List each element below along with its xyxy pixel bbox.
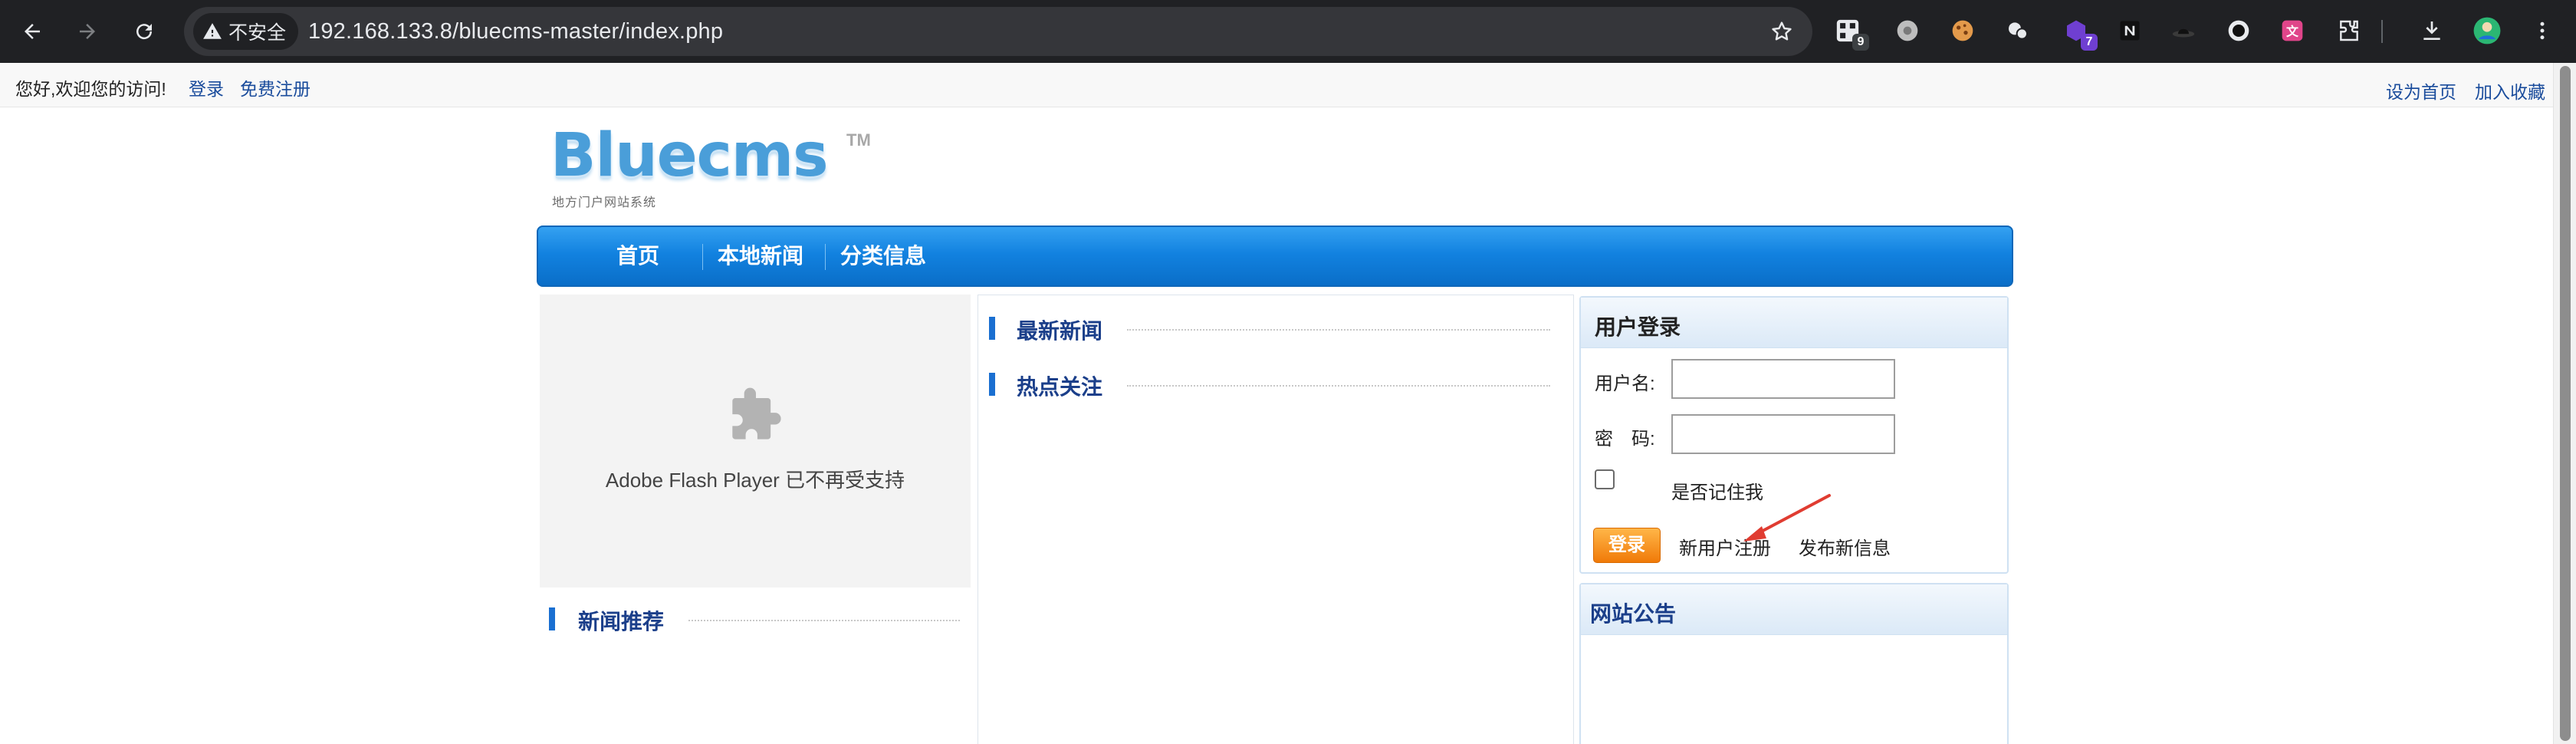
password-input[interactable]	[1671, 414, 1895, 454]
settings-extension-icon[interactable]	[1892, 15, 1923, 46]
qr-extension-badge: 9	[1852, 34, 1869, 51]
notice-panel-header: 网站公告	[1581, 584, 2007, 635]
username-label: 用户名:	[1595, 374, 1655, 394]
site-topbar: 您好,欢迎您的访问! 登录 免费注册 设为首页 加入收藏	[0, 63, 2553, 107]
cookie-extension-icon[interactable]	[1947, 15, 1978, 46]
login-submit-button[interactable]: 登录	[1593, 528, 1661, 563]
section-marker	[989, 317, 995, 340]
chat-extension-icon[interactable]	[2003, 15, 2033, 46]
annotation-arrow-icon	[1743, 494, 1831, 542]
main-navigation: 首页 本地新闻 分类信息	[537, 226, 2013, 287]
scrollbar-thumb[interactable]	[2560, 66, 2571, 741]
section-title-recommended[interactable]: 新闻推荐	[578, 605, 664, 636]
section-dotted-line	[1127, 385, 1550, 387]
section-title-latest[interactable]: 最新新闻	[1017, 314, 1102, 345]
section-marker	[549, 607, 555, 630]
welcome-text: 您好,欢迎您的访问!	[15, 79, 166, 99]
remember-me-checkbox[interactable]	[1595, 469, 1615, 489]
set-homepage-link[interactable]: 设为首页	[2386, 77, 2456, 104]
logo-trademark: TM	[846, 130, 871, 150]
login-panel-title: 用户登录	[1595, 315, 1681, 339]
svg-text:文: 文	[2286, 25, 2299, 39]
arrow-left-icon	[25, 24, 40, 39]
forward-button[interactable]	[69, 13, 106, 50]
site-logo[interactable]: Bluecms TM 地方门户网站系统	[550, 121, 871, 213]
section-marker	[989, 373, 995, 396]
free-register-link[interactable]: 免费注册	[240, 74, 310, 100]
reload-icon	[136, 24, 153, 40]
logo-text: Bluecms	[550, 121, 829, 190]
download-icon[interactable]	[2417, 15, 2447, 46]
profile-avatar[interactable]	[2472, 15, 2502, 46]
warning-triangle-icon	[203, 23, 222, 39]
logo-subtitle: 地方门户网站系统	[552, 196, 657, 209]
section-title-hot[interactable]: 热点关注	[1017, 370, 1102, 401]
username-input[interactable]	[1671, 359, 1895, 399]
security-label: 不安全	[228, 22, 287, 44]
flash-placeholder: Adobe Flash Player 已不再受支持	[540, 295, 971, 588]
hex-extension-badge: 7	[2081, 34, 2098, 51]
login-link[interactable]: 登录	[189, 74, 224, 100]
record-extension-icon[interactable]	[2223, 15, 2254, 46]
news-column	[978, 295, 1574, 744]
bookmark-star-icon[interactable]	[1769, 19, 1794, 44]
qr-extension-icon[interactable]: 9	[1832, 15, 1869, 51]
security-chip[interactable]: 不安全	[193, 13, 299, 50]
toolbar-divider	[2381, 20, 2383, 43]
password-label: 密 码:	[1595, 429, 1655, 449]
site-notice-panel: 网站公告	[1579, 583, 2009, 744]
plugin-puzzle-icon	[732, 387, 781, 439]
hex-extension-icon[interactable]: 7	[2061, 15, 2098, 51]
n-extension-icon[interactable]	[2114, 15, 2145, 46]
section-dotted-line	[688, 620, 960, 621]
page-scrollbar[interactable]	[2553, 63, 2576, 744]
browser-toolbar: 不安全 192.168.133.8/bluecms-master/index.p…	[0, 0, 2576, 63]
nav-item-classified[interactable]: 分类信息	[840, 227, 926, 285]
translate-extension-icon[interactable]: 文	[2277, 15, 2308, 46]
section-dotted-line	[1127, 329, 1550, 331]
flash-unsupported-message: Adobe Flash Player 已不再受支持	[605, 469, 905, 492]
add-bookmark-link[interactable]: 加入收藏	[2475, 77, 2545, 104]
nav-separator	[825, 244, 826, 270]
menu-kebab-icon[interactable]	[2527, 15, 2558, 46]
nav-item-local-news[interactable]: 本地新闻	[718, 227, 803, 285]
notice-panel-title: 网站公告	[1590, 602, 1677, 626]
address-bar[interactable]: 不安全 192.168.133.8/bluecms-master/index.p…	[184, 7, 1812, 56]
login-panel-header: 用户登录	[1581, 298, 2007, 348]
puzzle-extensions-icon[interactable]	[2334, 15, 2364, 46]
arrow-right-icon	[80, 24, 95, 39]
nav-item-home[interactable]: 首页	[616, 227, 659, 285]
url-text[interactable]: 192.168.133.8/bluecms-master/index.php	[308, 7, 723, 56]
reload-button[interactable]	[126, 13, 163, 50]
hat-extension-icon[interactable]	[2168, 15, 2199, 46]
nav-separator	[702, 244, 703, 270]
back-button[interactable]	[14, 13, 51, 50]
